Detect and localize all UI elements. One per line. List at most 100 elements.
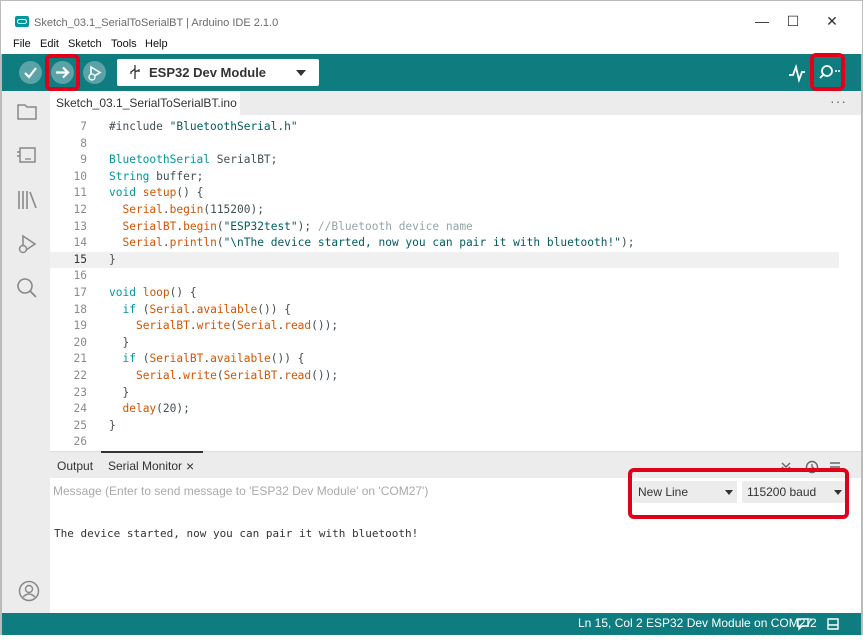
code-line[interactable]: 16 bbox=[50, 268, 839, 285]
code-line[interactable]: 8 bbox=[50, 136, 839, 153]
code-line[interactable]: 14 Serial.println("\nThe device started,… bbox=[50, 235, 839, 252]
active-tab-indicator bbox=[101, 451, 203, 453]
code-line[interactable]: 18 if (Serial.available()) { bbox=[50, 302, 839, 319]
window-frame-bottom bbox=[0, 635, 863, 640]
code-editor[interactable]: 7 #include "BluetoothSerial.h" 8 9 Bluetooth… bbox=[50, 115, 850, 450]
close-button[interactable]: ✕ bbox=[820, 11, 844, 31]
line-number: 26 bbox=[73, 435, 87, 449]
tab-sketch-file[interactable]: Sketch_03.1_SerialToSerialBT.ino bbox=[50, 91, 240, 115]
menu-tools[interactable]: Tools bbox=[111, 38, 137, 50]
code-text: Serial.println("\nThe device started, no… bbox=[122, 236, 635, 250]
code-text: String buffer; bbox=[109, 169, 204, 183]
line-number: 18 bbox=[73, 302, 87, 316]
upload-highlight bbox=[45, 54, 80, 91]
code-line[interactable]: 24 delay(20); bbox=[50, 401, 839, 418]
usb-icon bbox=[130, 65, 140, 79]
code-line[interactable]: 25} bbox=[50, 418, 839, 435]
title-bar: Sketch_03.1_SerialToSerialBT | Arduino I… bbox=[0, 0, 863, 36]
status-bar: Ln 15, Col 2 ESP32 Dev Module on COM27 2 bbox=[2, 613, 861, 635]
board-name: ESP32 Dev Module bbox=[149, 65, 267, 80]
code-line[interactable]: 10 String buffer; bbox=[50, 169, 839, 186]
code-text: } bbox=[109, 418, 116, 432]
code-text: } bbox=[109, 385, 130, 399]
serial-monitor-highlight bbox=[810, 53, 845, 91]
line-number: 16 bbox=[73, 269, 87, 283]
library-manager-icon[interactable] bbox=[16, 189, 40, 211]
board-selector[interactable]: ESP32 Dev Module bbox=[117, 59, 319, 86]
line-number: 19 bbox=[73, 319, 87, 333]
line-number: 8 bbox=[80, 136, 87, 150]
menu-sketch[interactable]: Sketch bbox=[68, 38, 102, 50]
code-text: void setup() { bbox=[109, 186, 204, 200]
code-line[interactable]: 22 Serial.write(SerialBT.read()); bbox=[50, 368, 839, 385]
line-number: 17 bbox=[73, 286, 87, 299]
serial-plotter-icon[interactable] bbox=[787, 63, 807, 83]
code-line[interactable]: 19 SerialBT.write(Serial.read()); bbox=[50, 318, 839, 335]
notification-icon[interactable] bbox=[796, 617, 810, 631]
code-text: Serial.begin(115200); bbox=[122, 203, 264, 216]
verify-button[interactable] bbox=[19, 61, 42, 84]
minimize-button[interactable]: — bbox=[750, 11, 774, 31]
code-line[interactable]: 17 void loop() { bbox=[50, 285, 839, 302]
code-text: BluetoothSerial SerialBT; bbox=[109, 153, 278, 167]
line-number: 21 bbox=[73, 352, 87, 366]
debug-button[interactable] bbox=[83, 61, 106, 84]
code-line[interactable]: 21 if (SerialBT.available()) { bbox=[50, 351, 839, 368]
code-line[interactable]: 9 BluetoothSerial SerialBT; bbox=[50, 152, 839, 169]
line-number: 24 bbox=[73, 402, 87, 416]
search-icon[interactable] bbox=[16, 277, 38, 299]
tab-output[interactable]: Output bbox=[57, 459, 93, 473]
code-text: } bbox=[109, 252, 116, 266]
tab-label: Sketch_03.1_SerialToSerialBT.ino bbox=[56, 96, 237, 110]
folder-icon[interactable] bbox=[16, 101, 38, 121]
code-text: if (Serial.available()) { bbox=[122, 302, 291, 316]
menu-bar: File Edit Sketch Tools Help bbox=[0, 36, 863, 54]
chevron-down-icon bbox=[296, 70, 306, 76]
menu-help[interactable]: Help bbox=[145, 38, 168, 50]
line-number: 11 bbox=[73, 186, 87, 200]
serial-settings-highlight bbox=[628, 468, 849, 519]
toggle-panel-icon[interactable] bbox=[826, 617, 840, 631]
more-actions-button[interactable]: ··· bbox=[830, 93, 847, 109]
line-number: 22 bbox=[73, 369, 87, 382]
boards-manager-icon[interactable] bbox=[16, 145, 38, 165]
line-number: 12 bbox=[73, 203, 87, 216]
serial-output: The device started, now you can pair it … bbox=[54, 527, 419, 540]
code-line[interactable]: 26 bbox=[50, 434, 839, 450]
toolbar: ESP32 Dev Module bbox=[2, 53, 861, 91]
board-port-status[interactable]: ESP32 Dev Module on COM27 bbox=[646, 616, 812, 630]
code-text: } bbox=[109, 335, 130, 349]
message-input[interactable]: Message (Enter to send message to 'ESP32… bbox=[53, 484, 428, 498]
code-text: delay(20); bbox=[122, 402, 190, 416]
code-text: SerialBT.write(Serial.read()); bbox=[135, 319, 339, 333]
code-line[interactable]: 23 } bbox=[50, 385, 839, 402]
verify-icon bbox=[24, 67, 37, 79]
notification-count: 2 bbox=[810, 616, 817, 630]
line-number: 9 bbox=[80, 153, 87, 167]
sidebar bbox=[2, 91, 50, 613]
editor-tab-bar: Sketch_03.1_SerialToSerialBT.ino ··· bbox=[50, 91, 861, 115]
code-line[interactable]: 7 #include "BluetoothSerial.h" bbox=[50, 119, 839, 136]
menu-edit[interactable]: Edit bbox=[40, 38, 59, 50]
menu-file[interactable]: File bbox=[13, 38, 31, 50]
maximize-button[interactable]: ☐ bbox=[781, 11, 805, 31]
line-number: 10 bbox=[73, 169, 87, 183]
code-text: SerialBT.begin("ESP32test"); //Bluetooth… bbox=[122, 219, 473, 233]
tab-serial-monitor[interactable]: Serial Monitor bbox=[108, 459, 182, 473]
window-title: Sketch_03.1_SerialToSerialBT | Arduino I… bbox=[34, 17, 279, 29]
line-number: 23 bbox=[73, 385, 87, 399]
code-text: #include "BluetoothSerial.h" bbox=[109, 120, 298, 133]
debug-icon[interactable] bbox=[16, 233, 38, 255]
code-text: void loop() { bbox=[109, 286, 197, 299]
cursor-position[interactable]: Ln 15, Col 2 bbox=[578, 616, 643, 630]
line-number: 13 bbox=[73, 219, 87, 233]
code-line[interactable]: 15} bbox=[50, 251, 839, 269]
code-line[interactable]: 11 void setup() { bbox=[50, 185, 839, 202]
close-icon[interactable]: × bbox=[186, 458, 194, 474]
code-line[interactable]: 12 Serial.begin(115200); bbox=[50, 202, 839, 219]
code-line[interactable]: 13 SerialBT.begin("ESP32test"); //Blueto… bbox=[50, 219, 839, 236]
account-icon[interactable] bbox=[18, 580, 40, 602]
code-line[interactable]: 20 } bbox=[50, 335, 839, 352]
arduino-icon bbox=[15, 16, 29, 27]
line-number: 25 bbox=[73, 418, 87, 432]
